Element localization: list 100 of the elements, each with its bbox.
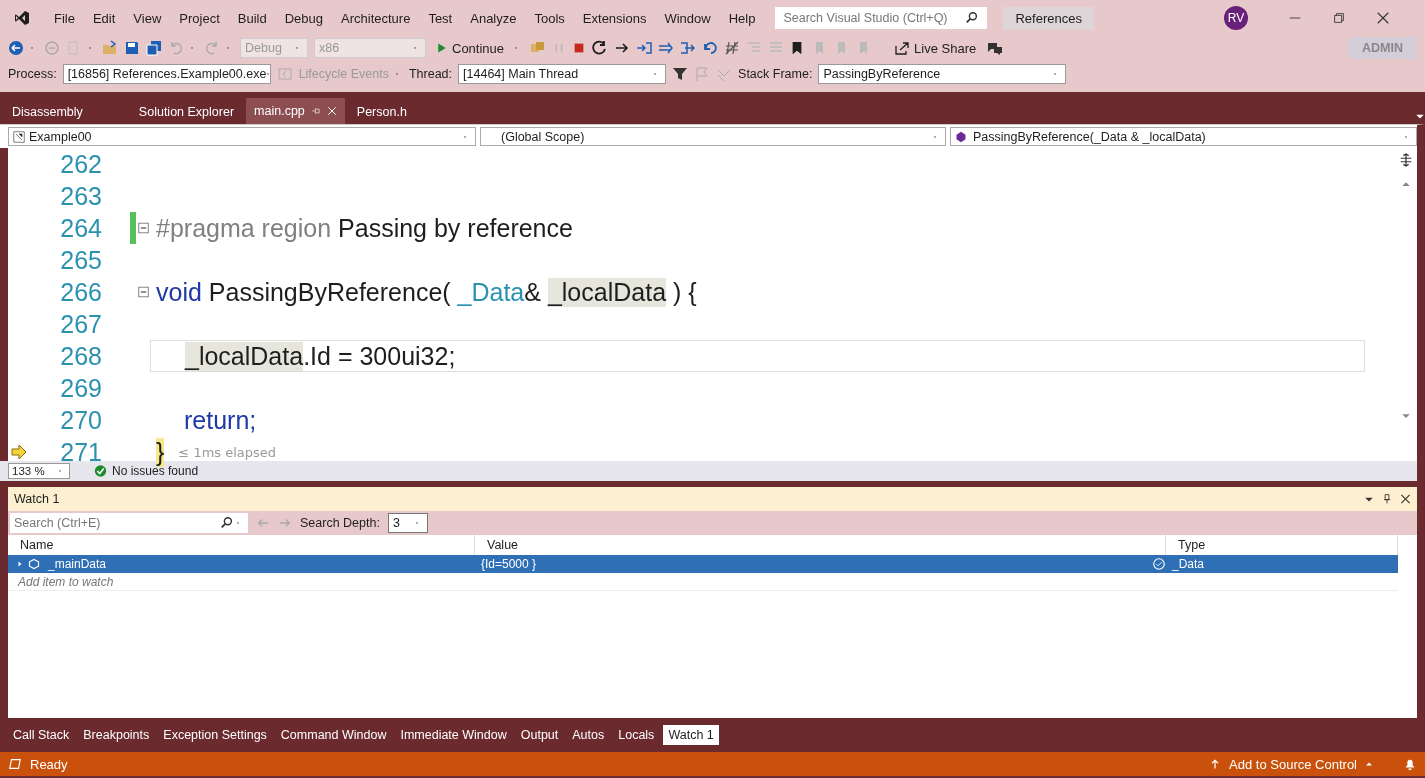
share-icon	[894, 40, 911, 56]
search-depth-dropdown[interactable]: 3	[387, 513, 428, 533]
forward-icon[interactable]	[44, 40, 60, 56]
filter-icon[interactable]	[672, 66, 689, 82]
code-token: Passing by reference	[337, 213, 573, 243]
restore-icon[interactable]	[1331, 10, 1346, 26]
feedback-icon[interactable]	[986, 40, 1005, 56]
search-icon	[220, 515, 234, 531]
thread-label: Thread:	[408, 67, 453, 81]
menu-item[interactable]: Analyze	[462, 6, 525, 30]
menu-item[interactable]: Build	[229, 6, 275, 30]
line-number: 269	[59, 373, 102, 403]
tool-window-tab[interactable]: Breakpoints	[78, 725, 155, 745]
object-icon	[28, 556, 40, 572]
document-tab[interactable]: main.cpp	[246, 98, 345, 124]
tool-window-tab[interactable]: Watch 1	[663, 725, 719, 745]
project-icon	[13, 128, 25, 145]
save-icon[interactable]	[124, 40, 140, 56]
tool-window-tab[interactable]: Locals	[613, 725, 660, 745]
status-icon	[8, 756, 22, 772]
menu-item[interactable]: View	[125, 6, 170, 30]
back-icon[interactable]	[8, 40, 24, 56]
watch-value: {Id=5000 }	[481, 557, 537, 571]
project-dropdown[interactable]: Example00	[8, 127, 476, 146]
redo-icon[interactable]	[204, 40, 220, 56]
member-name: PassingByReference(_Data & _localData)	[973, 129, 1206, 144]
save-all-icon[interactable]	[146, 40, 162, 56]
menu-item[interactable]: Debug	[276, 6, 331, 30]
scope-dropdown[interactable]: (Global Scope)	[480, 127, 946, 146]
code-token: void	[156, 277, 202, 307]
tool-window-tab[interactable]: Immediate Window	[395, 725, 512, 745]
add-watch-field[interactable]: Add item to watch	[8, 573, 475, 591]
code-token: return;	[184, 405, 257, 435]
process-dropdown[interactable]: [16856] References.Example00.exe	[62, 64, 271, 84]
user-avatar[interactable]: RV	[1223, 6, 1248, 30]
member-dropdown[interactable]: PassingByReference(_Data & _localData)	[950, 127, 1417, 146]
restart-icon[interactable]	[592, 40, 609, 56]
line-number: 264	[59, 213, 102, 243]
source-control-button[interactable]: Add to Source Control	[1229, 756, 1357, 772]
menu-item[interactable]: Test	[420, 6, 461, 30]
status-text: Ready	[30, 756, 68, 772]
live-share-button[interactable]: Live Share	[890, 40, 981, 56]
panel-title: Watch 1	[14, 492, 60, 506]
step-over-icon[interactable]	[658, 40, 675, 56]
hex-display-icon[interactable]	[724, 40, 741, 56]
code-token: _localData	[185, 341, 304, 371]
watch-row[interactable]: _mainData	[8, 555, 475, 573]
menu-item[interactable]: Edit	[84, 6, 124, 30]
menu-item[interactable]: Tools	[526, 6, 573, 30]
stack-frame-dropdown[interactable]: PassingByReference	[818, 64, 1067, 84]
execution-arrow-icon	[11, 444, 27, 460]
tool-window-tab[interactable]: Output	[515, 725, 564, 745]
line-number: 267	[59, 309, 102, 339]
tool-window-tab[interactable]: Call Stack	[8, 725, 75, 745]
check-circle-icon	[94, 463, 107, 479]
split-icon[interactable]	[1399, 152, 1413, 168]
watch-type: _Data	[1172, 557, 1205, 571]
line-number: 270	[59, 405, 102, 435]
code-token: _localData	[547, 277, 667, 307]
menu-item[interactable]: File	[46, 6, 83, 30]
menu-item[interactable]: Architecture	[333, 6, 419, 30]
undo-icon[interactable]	[168, 40, 184, 56]
lifecycle-icon[interactable]	[276, 66, 293, 82]
code-token: ) {	[672, 277, 697, 307]
line-number: 263	[59, 181, 102, 211]
step-into-icon[interactable]	[636, 40, 653, 56]
watch-search-field[interactable]: Search (Ctrl+E)	[10, 513, 248, 533]
project-name: Example00	[29, 129, 92, 144]
code-token: &	[524, 277, 542, 307]
solution-name[interactable]: References	[1003, 6, 1094, 30]
code-token: PassingByReference(	[207, 277, 452, 307]
line-number: 262	[59, 149, 102, 179]
watch-name: _mainData	[48, 557, 107, 571]
menu-item[interactable]: Project	[171, 6, 228, 30]
code-token: }	[156, 437, 165, 467]
search-field[interactable]: Search Visual Studio (Ctrl+Q)	[775, 7, 988, 29]
search-icon	[965, 10, 980, 26]
thread-dropdown[interactable]: [14464] Main Thread	[458, 64, 667, 84]
code-token: _Data	[457, 277, 525, 307]
close-icon[interactable]	[1375, 10, 1390, 26]
line-number: 265	[59, 245, 102, 275]
refresh-icon[interactable]	[1152, 556, 1166, 572]
open-folder-icon[interactable]	[102, 40, 118, 56]
step-out-icon[interactable]	[680, 40, 697, 56]
admin-badge: ADMIN	[1348, 37, 1417, 59]
menu-item[interactable]: Help	[720, 6, 764, 30]
menu-item[interactable]: Extensions	[574, 6, 655, 30]
tool-window-tab[interactable]: Exception Settings	[158, 725, 272, 745]
menu-item[interactable]: Window	[656, 6, 719, 30]
zoom-dropdown[interactable]: 133 %	[8, 463, 70, 479]
stack-frame-label: Stack Frame:	[738, 67, 813, 81]
collapse-icon[interactable]	[137, 284, 149, 300]
tool-window-tab[interactable]: Command Window	[275, 725, 392, 745]
collapse-icon[interactable]	[137, 220, 149, 236]
continue-button[interactable]: Continue	[432, 40, 509, 56]
line-number: 266	[59, 277, 102, 307]
return-arrow-icon[interactable]	[702, 40, 719, 56]
tool-window-tab[interactable]: Autos	[567, 725, 610, 745]
process-label: Process:	[8, 67, 57, 81]
line-number: 268	[59, 341, 102, 371]
